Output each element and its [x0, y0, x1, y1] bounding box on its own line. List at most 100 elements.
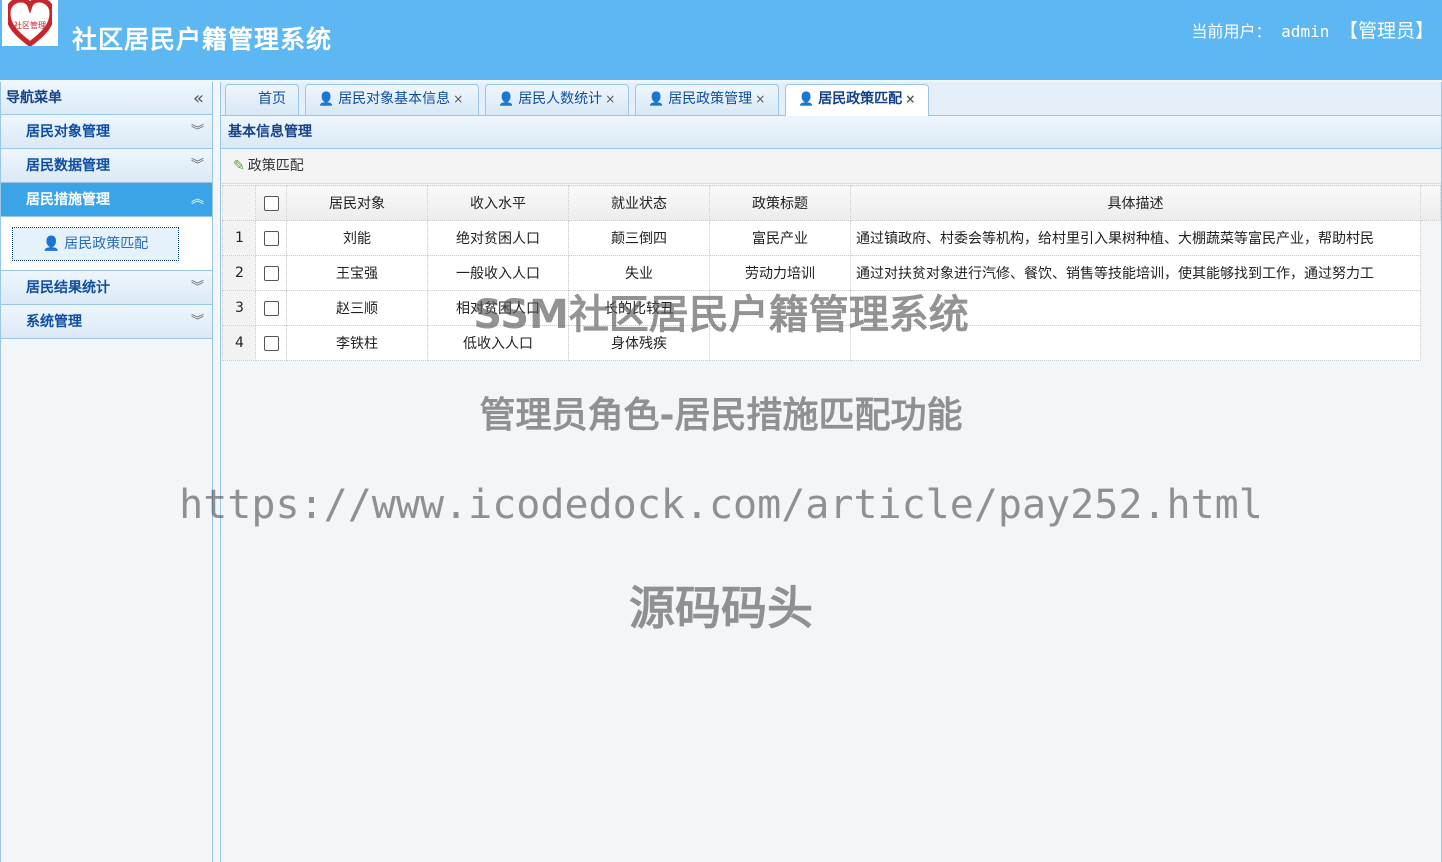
panel-title: 基本信息管理 — [221, 116, 1441, 149]
row-select-cell — [255, 220, 287, 256]
table-cell: 王宝强 — [286, 255, 428, 291]
sidebar: 导航菜单 « 居民对象管理 ︾ 居民数据管理 ︾ 居民措施管理 ︽ 👤 居民政策匹… — [0, 82, 213, 862]
row-number: 2 — [222, 255, 256, 291]
row-number-header — [222, 185, 256, 221]
chevron-double-down-icon: ︾ — [190, 158, 204, 173]
table-cell: 一般收入人口 — [427, 255, 569, 291]
tab-policy-match[interactable]: 👤 居民政策匹配 × — [785, 84, 929, 116]
close-icon[interactable]: × — [453, 92, 463, 106]
close-icon[interactable]: × — [905, 92, 915, 106]
column-header[interactable]: 就业状态 — [568, 185, 710, 221]
user-role: 【管理员】 — [1338, 20, 1434, 42]
tab-resident-count-stats[interactable]: 👤 居民人数统计 × — [485, 84, 629, 115]
row-checkbox[interactable] — [263, 230, 279, 246]
tab-label: 居民政策管理 — [668, 91, 753, 107]
chevron-double-down-icon: ︾ — [190, 124, 204, 139]
data-grid: 居民对象 收入水平 就业状态 政策标题 具体描述 1 刘能 绝对贫困人口 颠三倒… — [222, 185, 1441, 361]
row-select-cell — [255, 290, 287, 326]
table-cell: 颠三倒四 — [568, 220, 710, 256]
table-cell: 相对贫困人口 — [427, 290, 569, 326]
tab-bar: 首页 👤 居民对象基本信息 × 👤 居民人数统计 × 👤 居民政策管理 × 👤 居民政策匹配 × — [221, 82, 1441, 116]
row-number: 1 — [222, 220, 256, 256]
table-cell: 劳动力培训 — [709, 255, 851, 291]
app-logo: 社区管理 — [2, 0, 58, 46]
sidebar-item-label: 居民政策匹配 — [64, 236, 149, 252]
nav-group-result-stats[interactable]: 居民结果统计 ︾ — [1, 271, 212, 305]
policy-match-button[interactable]: ✎ 政策匹配 — [233, 158, 304, 174]
chevron-double-down-icon: ︾ — [190, 314, 204, 329]
collapse-sidebar-icon[interactable]: « — [193, 82, 204, 115]
app-title: 社区居民户籍管理系统 — [72, 25, 333, 54]
nav-group-label: 居民数据管理 — [26, 158, 110, 174]
table-cell: 失业 — [568, 255, 710, 291]
nav-group-label: 系统管理 — [26, 314, 82, 330]
column-header[interactable]: 具体描述 — [850, 185, 1421, 221]
chevron-double-down-icon: ︾ — [190, 280, 204, 295]
close-icon[interactable]: × — [755, 92, 765, 106]
close-icon[interactable]: × — [605, 92, 615, 106]
tab-label: 居民人数统计 — [518, 91, 603, 107]
row-select-cell — [255, 325, 287, 361]
table-row[interactable]: 2 王宝强 一般收入人口 失业 劳动力培训 通过对扶贫对象进行汽修、餐饮、销售等… — [222, 255, 1441, 291]
table-row[interactable]: 3 赵三顺 相对贫困人口 长的比较丑 — [222, 290, 1441, 326]
nav-group-system[interactable]: 系统管理 ︾ — [1, 305, 212, 339]
table-cell — [709, 325, 851, 361]
user-label: 当前用户： — [1191, 22, 1272, 41]
person-icon: 👤 — [42, 236, 61, 252]
table-row[interactable]: 4 李铁柱 低收入人口 身体残疾 — [222, 325, 1441, 361]
nav-group-resident-measures[interactable]: 居民措施管理 ︽ — [1, 183, 212, 217]
table-cell: 通过镇政府、村委会等机构，给村里引入果树种植、大棚蔬菜等富民产业，帮助村民 — [850, 220, 1421, 256]
tab-label: 首页 — [258, 91, 286, 107]
table-cell: 李铁柱 — [286, 325, 428, 361]
row-select-cell — [255, 255, 287, 291]
nav-group-resident-data[interactable]: 居民数据管理 ︾ — [1, 149, 212, 183]
person-icon: 👤 — [648, 92, 665, 107]
sidebar-title: 导航菜单 — [6, 90, 62, 106]
person-icon: 👤 — [318, 92, 335, 107]
main-content: 首页 👤 居民对象基本信息 × 👤 居民人数统计 × 👤 居民政策管理 × 👤 居民政策匹配 ×… — [220, 82, 1442, 862]
tab-policy-management[interactable]: 👤 居民政策管理 × — [635, 84, 779, 115]
tab-label: 居民对象基本信息 — [338, 91, 451, 107]
nav-group-label: 居民结果统计 — [26, 280, 110, 296]
row-spacer — [1420, 220, 1441, 256]
app-header: 社区管理 社区居民户籍管理系统 当前用户： admin 【管理员】 — [0, 0, 1442, 80]
row-checkbox[interactable] — [263, 300, 279, 316]
table-cell — [850, 325, 1421, 361]
tab-home[interactable]: 首页 — [225, 84, 299, 115]
row-number: 3 — [222, 290, 256, 326]
column-header[interactable]: 收入水平 — [427, 185, 569, 221]
nav-group-label: 居民措施管理 — [26, 192, 110, 208]
table-cell — [850, 290, 1421, 326]
chevron-double-up-icon: ︽ — [190, 192, 204, 207]
table-cell: 绝对贫困人口 — [427, 220, 569, 256]
person-icon: 👤 — [798, 92, 815, 107]
row-checkbox[interactable] — [263, 265, 279, 281]
row-spacer — [1420, 290, 1441, 326]
logo-text: 社区管理 — [14, 21, 46, 30]
table-row[interactable]: 1 刘能 绝对贫困人口 颠三倒四 富民产业 通过镇政府、村委会等机构，给村里引入… — [222, 220, 1441, 256]
table-header-row: 居民对象 收入水平 就业状态 政策标题 具体描述 — [222, 185, 1441, 221]
header-spacer — [1420, 185, 1441, 221]
sidebar-item-policy-match[interactable]: 👤 居民政策匹配 — [12, 227, 179, 261]
table-cell: 身体残疾 — [568, 325, 710, 361]
person-icon: 👤 — [498, 92, 515, 107]
row-spacer — [1420, 325, 1441, 361]
table-cell: 通过对扶贫对象进行汽修、餐饮、销售等技能培训，使其能够找到工作，通过努力工 — [850, 255, 1421, 291]
table-cell: 刘能 — [286, 220, 428, 256]
table-cell: 赵三顺 — [286, 290, 428, 326]
nav-group-resident-objects[interactable]: 居民对象管理 ︾ — [1, 115, 212, 149]
pencil-icon: ✎ — [233, 158, 245, 174]
row-checkbox[interactable] — [263, 335, 279, 351]
current-user: 当前用户： admin 【管理员】 — [1192, 16, 1434, 43]
toolbar: ✎ 政策匹配 — [221, 149, 1441, 184]
nav-submenu: 👤 居民政策匹配 — [1, 217, 212, 271]
table-cell: 富民产业 — [709, 220, 851, 256]
policy-match-label: 政策匹配 — [247, 158, 304, 174]
select-all-checkbox[interactable] — [263, 195, 279, 211]
username: admin — [1281, 22, 1330, 41]
column-header[interactable]: 居民对象 — [286, 185, 428, 221]
table-cell — [709, 290, 851, 326]
tab-resident-basic-info[interactable]: 👤 居民对象基本信息 × — [305, 84, 479, 115]
column-header[interactable]: 政策标题 — [709, 185, 851, 221]
row-spacer — [1420, 255, 1441, 291]
